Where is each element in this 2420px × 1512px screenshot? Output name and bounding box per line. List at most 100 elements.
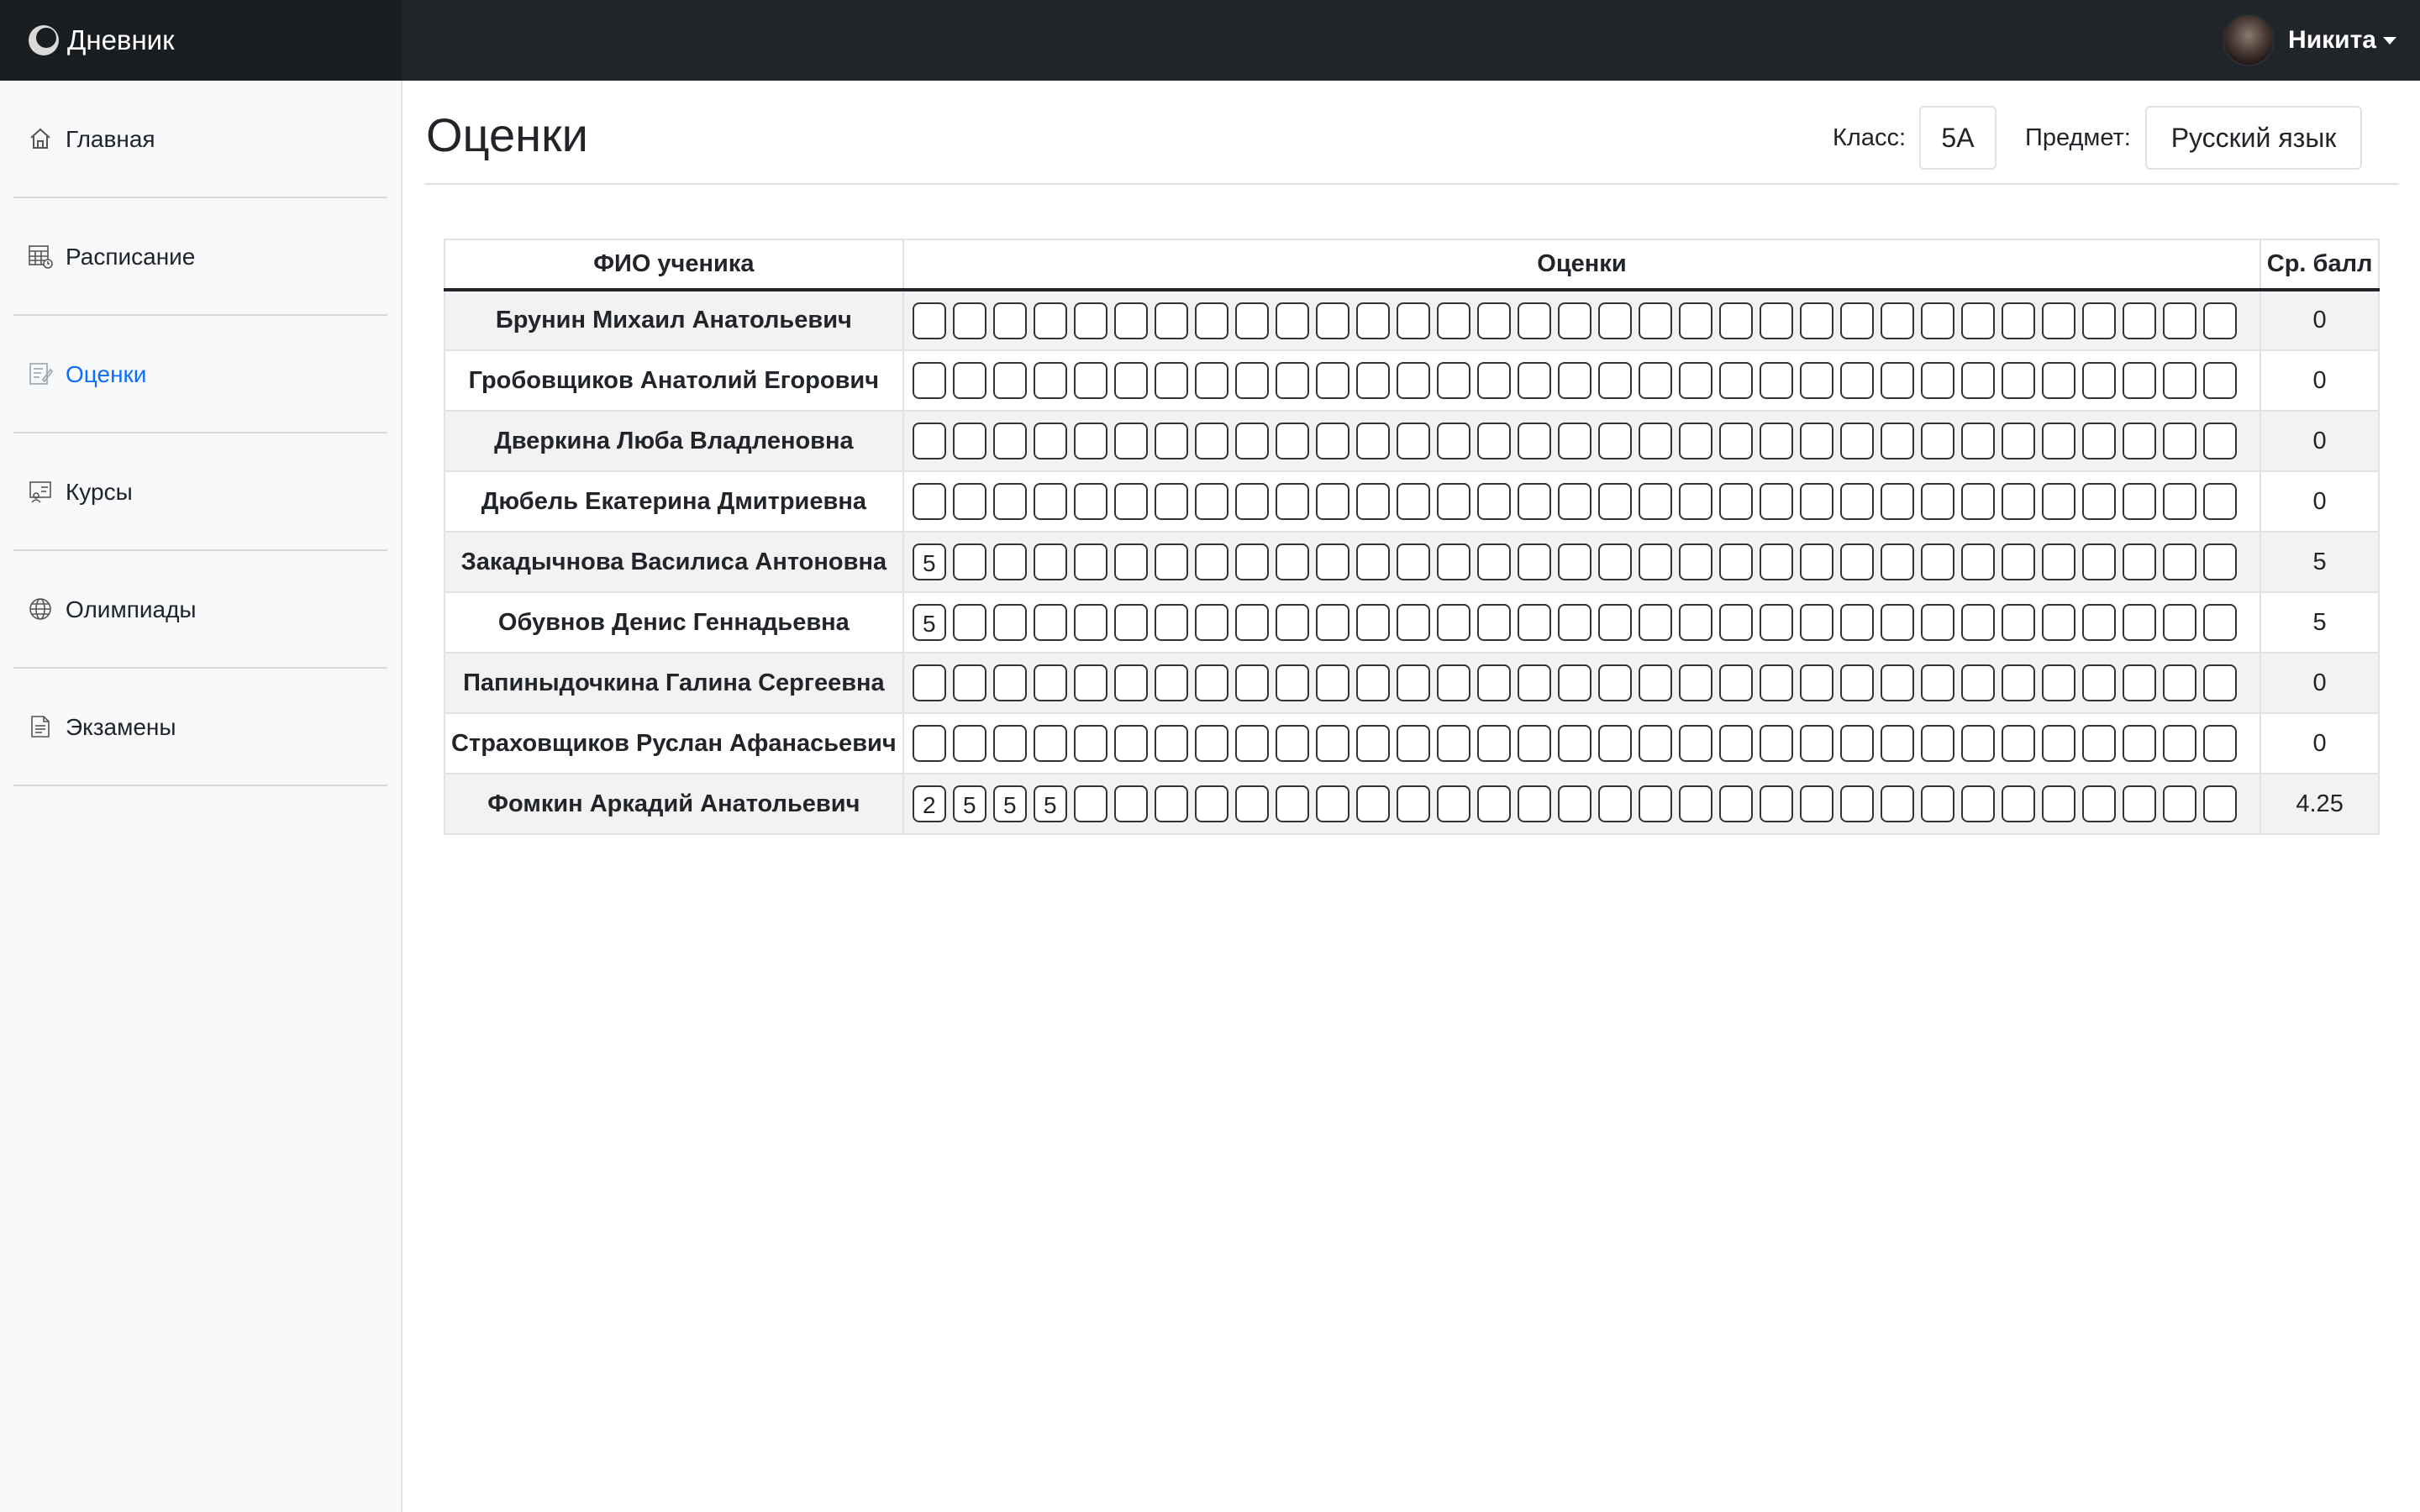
sidebar-item-schedule[interactable]: Расписание [13, 198, 387, 316]
mark-input[interactable] [2041, 604, 2075, 641]
mark-input[interactable] [2122, 604, 2156, 641]
mark-input[interactable] [1759, 362, 1793, 399]
mark-input[interactable] [1073, 362, 1107, 399]
mark-input[interactable] [1960, 302, 1995, 339]
mark-input[interactable] [1597, 423, 1632, 459]
mark-input[interactable] [1517, 664, 1551, 701]
mark-input[interactable] [952, 423, 986, 459]
mark-input[interactable] [1033, 664, 1067, 701]
mark-input[interactable] [952, 543, 986, 580]
mark-input[interactable] [1315, 785, 1349, 822]
mark-input[interactable] [912, 725, 946, 762]
mark-input[interactable] [1476, 604, 1511, 641]
mark-input[interactable] [1517, 604, 1551, 641]
mark-input[interactable]: 5 [952, 785, 986, 822]
mark-input[interactable] [2001, 664, 2035, 701]
mark-input[interactable] [1839, 664, 1874, 701]
mark-input[interactable] [1920, 725, 1954, 762]
mark-input[interactable] [1678, 543, 1712, 580]
mark-input[interactable] [1113, 302, 1148, 339]
subject-select[interactable]: Русский язык [2145, 106, 2362, 170]
mark-input[interactable] [1597, 483, 1632, 520]
mark-input[interactable] [1194, 664, 1228, 701]
mark-input[interactable] [1033, 302, 1067, 339]
mark-input[interactable] [1396, 302, 1430, 339]
mark-input[interactable] [1476, 362, 1511, 399]
mark-input[interactable] [1718, 604, 1753, 641]
mark-input[interactable] [1194, 543, 1228, 580]
mark-input[interactable] [2202, 302, 2237, 339]
mark-input[interactable] [1960, 725, 1995, 762]
mark-input[interactable] [1557, 423, 1591, 459]
mark-input[interactable] [1113, 785, 1148, 822]
mark-input[interactable] [2162, 483, 2196, 520]
mark-input[interactable] [2202, 543, 2237, 580]
mark-input[interactable] [1355, 725, 1390, 762]
mark-input[interactable] [1154, 664, 1188, 701]
mark-input[interactable] [1396, 423, 1430, 459]
mark-input[interactable]: 2 [912, 785, 946, 822]
mark-input[interactable] [1960, 785, 1995, 822]
mark-input[interactable] [952, 725, 986, 762]
mark-input[interactable] [1194, 483, 1228, 520]
mark-input[interactable] [1073, 302, 1107, 339]
mark-input[interactable] [2202, 362, 2237, 399]
mark-input[interactable] [952, 302, 986, 339]
mark-input[interactable] [2122, 785, 2156, 822]
mark-input[interactable] [1799, 604, 1833, 641]
mark-input[interactable] [1073, 664, 1107, 701]
mark-input[interactable] [912, 423, 946, 459]
mark-input[interactable] [1315, 362, 1349, 399]
mark-input[interactable] [1880, 302, 1914, 339]
mark-input[interactable] [912, 302, 946, 339]
mark-input[interactable] [1839, 725, 1874, 762]
mark-input[interactable] [1315, 483, 1349, 520]
mark-input[interactable] [2162, 725, 2196, 762]
mark-input[interactable] [2122, 725, 2156, 762]
mark-input[interactable] [1154, 604, 1188, 641]
mark-input[interactable] [1355, 423, 1390, 459]
mark-input[interactable]: 5 [992, 785, 1027, 822]
mark-input[interactable] [2122, 543, 2156, 580]
mark-input[interactable] [2001, 543, 2035, 580]
mark-input[interactable] [1355, 362, 1390, 399]
mark-input[interactable] [1073, 604, 1107, 641]
mark-input[interactable] [1920, 785, 1954, 822]
mark-input[interactable] [2122, 483, 2156, 520]
mark-input[interactable] [1759, 725, 1793, 762]
mark-input[interactable] [1315, 302, 1349, 339]
mark-input[interactable] [1396, 483, 1430, 520]
mark-input[interactable] [1597, 362, 1632, 399]
mark-input[interactable] [1154, 725, 1188, 762]
mark-input[interactable] [1799, 543, 1833, 580]
mark-input[interactable] [1073, 423, 1107, 459]
mark-input[interactable] [2001, 423, 2035, 459]
mark-input[interactable] [1476, 483, 1511, 520]
sidebar-item-courses[interactable]: Курсы [13, 433, 387, 551]
mark-input[interactable] [1315, 604, 1349, 641]
mark-input[interactable] [1839, 423, 1874, 459]
mark-input[interactable] [1557, 604, 1591, 641]
mark-input[interactable] [1396, 785, 1430, 822]
mark-input[interactable] [1759, 664, 1793, 701]
mark-input[interactable] [1113, 664, 1148, 701]
mark-input[interactable] [1476, 302, 1511, 339]
mark-input[interactable] [1638, 302, 1672, 339]
mark-input[interactable] [1597, 604, 1632, 641]
mark-input[interactable] [1718, 483, 1753, 520]
sidebar-item-home[interactable]: Главная [13, 81, 387, 198]
mark-input[interactable] [1597, 664, 1632, 701]
mark-input[interactable] [1718, 543, 1753, 580]
mark-input[interactable] [1234, 423, 1269, 459]
mark-input[interactable] [1799, 362, 1833, 399]
mark-input[interactable] [2081, 423, 2116, 459]
mark-input[interactable] [2041, 664, 2075, 701]
mark-input[interactable] [1355, 543, 1390, 580]
mark-input[interactable] [1033, 483, 1067, 520]
mark-input[interactable] [1315, 725, 1349, 762]
mark-input[interactable] [2001, 302, 2035, 339]
mark-input[interactable] [1839, 483, 1874, 520]
mark-input[interactable] [2202, 604, 2237, 641]
mark-input[interactable] [1880, 423, 1914, 459]
mark-input[interactable] [1880, 725, 1914, 762]
